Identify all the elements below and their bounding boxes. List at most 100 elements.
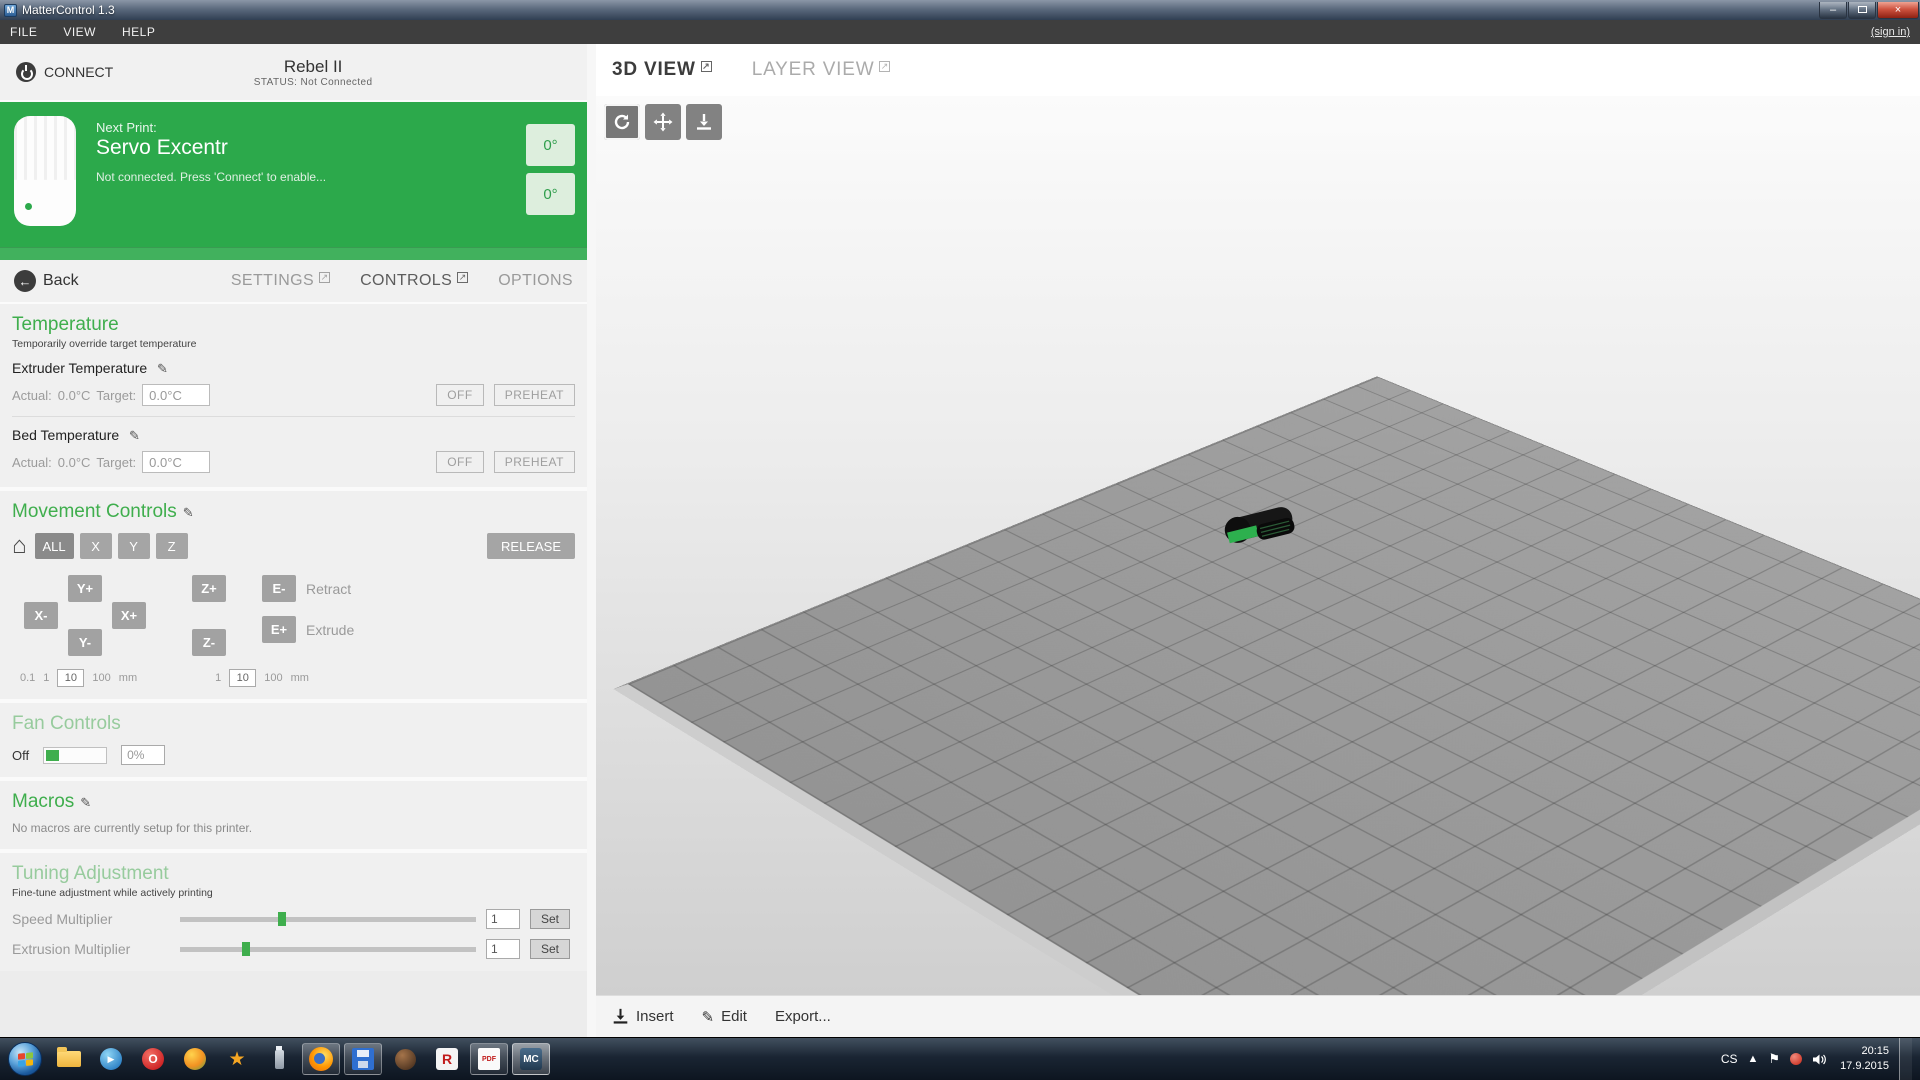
speed-set-button[interactable]: Set: [530, 909, 570, 929]
home-icon[interactable]: ⌂: [12, 536, 27, 556]
jog-y-plus[interactable]: Y+: [68, 575, 102, 602]
jog-y-minus[interactable]: Y-: [68, 629, 102, 656]
sign-in-link[interactable]: (sign in): [1871, 26, 1910, 38]
taskbar-star-app[interactable]: ★: [218, 1043, 256, 1075]
taskbar-pdf-app[interactable]: PDF: [470, 1043, 508, 1075]
extrusion-set-button[interactable]: Set: [530, 939, 570, 959]
taskbar-firefox[interactable]: [302, 1043, 340, 1075]
edit-pencil-icon[interactable]: ✎: [183, 505, 194, 520]
jog-z-plus[interactable]: Z+: [192, 575, 226, 602]
extruder-off-button[interactable]: OFF: [436, 384, 484, 406]
tab-settings[interactable]: SETTINGS ↗: [231, 272, 330, 290]
printer-status: STATUS: Not Connected: [129, 77, 497, 88]
edit-button[interactable]: ✎ Edit: [702, 1008, 747, 1026]
jog-x-minus[interactable]: X-: [24, 602, 58, 629]
xyz-scale-100[interactable]: 100: [92, 672, 110, 684]
taskbar-save-app[interactable]: [344, 1043, 382, 1075]
rotate-view-button[interactable]: [604, 104, 640, 140]
print-status-panel: Next Print: Servo Excentr Not connected.…: [0, 102, 587, 260]
taskbar-opera[interactable]: O: [134, 1043, 172, 1075]
home-x-button[interactable]: X: [80, 533, 112, 559]
speed-multiplier-label: Speed Multiplier: [12, 911, 170, 927]
language-indicator[interactable]: CS: [1721, 1052, 1738, 1066]
extrusion-multiplier-label: Extrusion Multiplier: [12, 941, 170, 957]
show-desktop-button[interactable]: [1899, 1038, 1912, 1080]
drop-to-bed-button[interactable]: [686, 104, 722, 140]
menu-file[interactable]: FILE: [10, 25, 37, 39]
3d-view-label: 3D VIEW: [612, 59, 696, 81]
z-jog-pad: Z+ Z-: [192, 575, 226, 657]
taskbar-clock[interactable]: 20:15 17.9.2015: [1836, 1044, 1889, 1074]
taskbar-r-app[interactable]: R: [428, 1043, 466, 1075]
bed-off-button[interactable]: OFF: [436, 451, 484, 473]
extruder-target-input[interactable]: [142, 384, 210, 406]
usb-stick-icon: [275, 1050, 284, 1069]
speed-multiplier-input[interactable]: [486, 909, 520, 929]
taskbar-media-player[interactable]: ▶: [92, 1043, 130, 1075]
menu-help[interactable]: HELP: [122, 25, 155, 39]
slider-thumb[interactable]: [242, 942, 250, 956]
print-bed[interactable]: [613, 377, 1920, 995]
tab-controls[interactable]: CONTROLS ↗: [360, 272, 468, 290]
bed-target-input[interactable]: [142, 451, 210, 473]
e-scale-input[interactable]: [229, 669, 256, 687]
home-z-button[interactable]: Z: [156, 533, 188, 559]
edit-pencil-icon[interactable]: ✎: [157, 361, 168, 376]
jog-e-minus[interactable]: E-: [262, 575, 296, 602]
tab-3d-view[interactable]: 3D VIEW ↗: [612, 59, 712, 81]
fan-slider-knob[interactable]: [46, 750, 59, 761]
jog-x-plus[interactable]: X+: [112, 602, 146, 629]
print-object[interactable]: [1214, 498, 1310, 558]
taskbar-usb[interactable]: [260, 1043, 298, 1075]
export-button[interactable]: Export...: [775, 1008, 831, 1025]
extrusion-multiplier-slider[interactable]: [180, 947, 476, 952]
flag-icon[interactable]: ⚑: [1768, 1051, 1780, 1067]
xyz-scale-0.1[interactable]: 0.1: [20, 672, 35, 684]
taskbar-jar-app[interactable]: [386, 1043, 424, 1075]
spool-icon: [14, 116, 76, 226]
bed-temp-badge[interactable]: 0°: [526, 173, 575, 215]
fan-slider[interactable]: [43, 747, 107, 764]
bed-preheat-button[interactable]: PREHEAT: [494, 451, 575, 473]
edit-pencil-icon[interactable]: ✎: [80, 795, 91, 810]
xyz-scale-input[interactable]: [57, 669, 84, 687]
speed-multiplier-slider[interactable]: [180, 917, 476, 922]
xyz-scale-unit: mm: [119, 672, 137, 684]
extruder-temp-badge[interactable]: 0°: [526, 124, 575, 166]
app-icon: M: [4, 4, 17, 17]
e-scale-1[interactable]: 1: [215, 672, 221, 684]
volume-icon[interactable]: [1812, 1053, 1826, 1066]
move-view-button[interactable]: [645, 104, 681, 140]
menu-view[interactable]: VIEW: [63, 25, 96, 39]
extrusion-multiplier-input[interactable]: [486, 939, 520, 959]
tab-layer-view[interactable]: LAYER VIEW ↗: [752, 59, 891, 81]
taskbar-folder[interactable]: [50, 1043, 88, 1075]
antivirus-icon[interactable]: [1790, 1053, 1802, 1065]
jog-z-minus[interactable]: Z-: [192, 629, 226, 656]
close-button[interactable]: ×: [1877, 2, 1919, 19]
minimize-button[interactable]: –: [1819, 2, 1847, 19]
tray-expand-icon[interactable]: ▲: [1748, 1053, 1759, 1065]
insert-button[interactable]: Insert: [612, 1008, 674, 1025]
slider-thumb[interactable]: [278, 912, 286, 926]
release-button[interactable]: RELEASE: [487, 533, 575, 559]
maximize-icon: [1858, 6, 1867, 13]
edit-pencil-icon[interactable]: ✎: [129, 428, 140, 443]
spool-dot-icon: [25, 203, 32, 210]
connect-button[interactable]: CONNECT: [0, 44, 129, 100]
maximize-button[interactable]: [1848, 2, 1876, 19]
start-button[interactable]: [8, 1042, 42, 1076]
back-button[interactable]: ← Back: [14, 270, 79, 292]
tab-options[interactable]: OPTIONS: [498, 272, 573, 290]
taskbar-mattercontrol[interactable]: MC: [512, 1043, 550, 1075]
e-scale-100[interactable]: 100: [264, 672, 282, 684]
jar-icon: [395, 1049, 416, 1070]
3d-viewport[interactable]: [596, 96, 1920, 995]
fan-percent-input[interactable]: [121, 745, 165, 765]
xyz-scale-1[interactable]: 1: [43, 672, 49, 684]
jog-e-plus[interactable]: E+: [262, 616, 296, 643]
extruder-preheat-button[interactable]: PREHEAT: [494, 384, 575, 406]
home-y-button[interactable]: Y: [118, 533, 150, 559]
home-all-button[interactable]: ALL: [35, 533, 74, 559]
taskbar-browser[interactable]: [176, 1043, 214, 1075]
